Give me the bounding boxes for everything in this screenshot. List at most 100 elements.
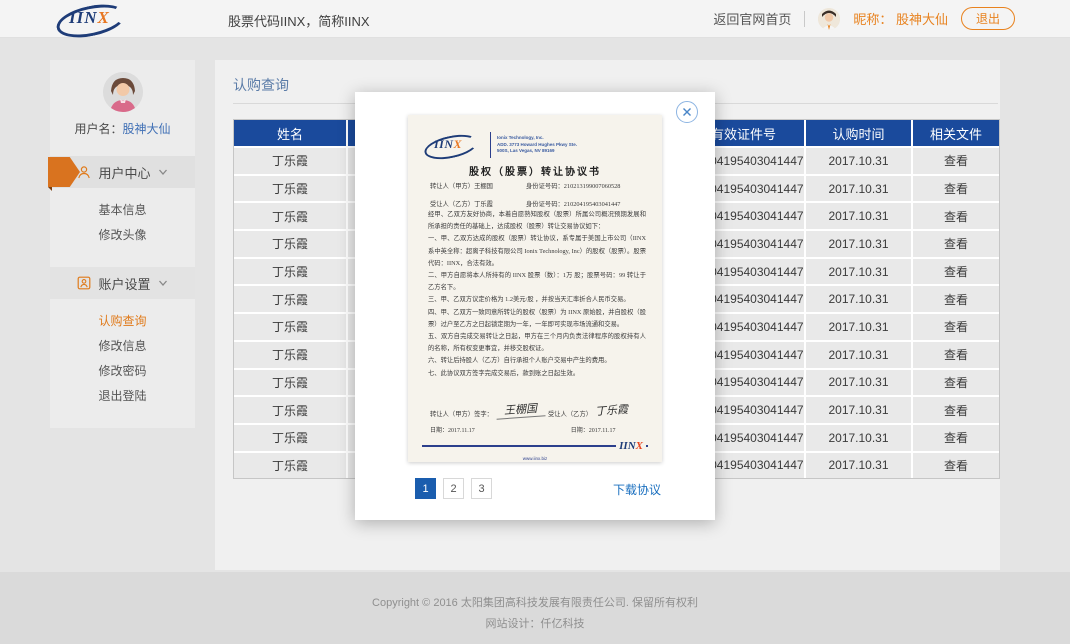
cell-name: 丁乐霞 [234, 259, 346, 285]
date-a: 日期：2017.11.17 [430, 425, 475, 434]
chevron-down-icon [158, 278, 168, 288]
cell-name: 丁乐霞 [234, 176, 346, 202]
page-title: 认购查询 [233, 75, 289, 95]
company-address: Ionix Technology, Inc. ADD. 3773 Howard … [497, 135, 577, 155]
document-title: 股权（股票）转让协议书 [408, 163, 662, 178]
document-logo: IINX [424, 133, 486, 157]
document-paragraph: 五、双方自完成交易转让之日起，甲方在三个月内负责法律程序的股权持有人的名称，所有… [428, 331, 646, 355]
download-agreement-link[interactable]: 下载协议 [613, 481, 661, 498]
document-footer: IINX www.iinx.biz [422, 445, 648, 465]
page-button[interactable]: 3 [471, 478, 492, 499]
logo-text: IINX [69, 8, 110, 28]
logout-button[interactable]: 退出 [961, 7, 1015, 30]
cell-name: 丁乐霞 [234, 231, 346, 257]
username-label: 用户名：股神大仙 [50, 120, 195, 137]
cell-subscribe-date: 2017.10.31 [804, 342, 911, 368]
cell-subscribe-date: 2017.10.31 [804, 453, 911, 479]
page-button[interactable]: 1 [415, 478, 436, 499]
page-button[interactable]: 2 [443, 478, 464, 499]
view-file-link[interactable]: 查看 [911, 286, 999, 312]
document-paragraph: 三、甲、乙双方议定价格为 1.2美元/股 ，并按当天汇率折合人民币交易。 [428, 294, 646, 306]
view-file-link[interactable]: 查看 [911, 203, 999, 229]
table-header-cell: 姓名 [234, 120, 346, 146]
cell-name: 丁乐霞 [234, 453, 346, 479]
sign-b-label: 受让人（乙方） [548, 409, 592, 418]
cell-name: 丁乐霞 [234, 286, 346, 312]
sign-a-signature: 王棚国 [495, 399, 545, 419]
page-footer: Copyright © 2016 太阳集团高科技发展有限责任公司. 保留所有权利… [0, 572, 1070, 644]
user-center-submenu: 基本信息修改头像 [50, 188, 195, 253]
sidebar-submenu-item[interactable]: 修改密码 [50, 358, 195, 383]
view-file-link[interactable]: 查看 [911, 397, 999, 423]
active-menu-ribbon [48, 157, 80, 187]
cell-name: 丁乐霞 [234, 203, 346, 229]
divider [804, 11, 805, 27]
cell-subscribe-date: 2017.10.31 [804, 176, 911, 202]
party-b: 受让人（乙方）丁乐霞 [430, 199, 526, 208]
site-design-text: 网站设计：仟亿科技 [0, 610, 1070, 631]
site-logo: IINX [56, 3, 132, 33]
close-icon[interactable] [676, 101, 698, 123]
topbar-right: 返回官网首页 昵称： 股神大仙 退出 [713, 0, 1015, 37]
document-paragraph: 二、甲方自愿将本人所持有的 IINX 股票（数）：1万 股；股票号码：99 转让… [428, 270, 646, 294]
menu-label: 用户中心 [98, 163, 150, 182]
document-signatures: 转让人（甲方）签字： 王棚国 受让人（乙方） 丁乐霞 [430, 401, 648, 418]
view-file-link[interactable]: 查看 [911, 148, 999, 174]
cell-name: 丁乐霞 [234, 342, 346, 368]
view-file-link[interactable]: 查看 [911, 231, 999, 257]
view-file-link[interactable]: 查看 [911, 259, 999, 285]
sign-b-signature: 丁乐霞 [595, 401, 629, 419]
cell-subscribe-date: 2017.10.31 [804, 370, 911, 396]
view-file-link[interactable]: 查看 [911, 176, 999, 202]
document-letterhead: IINX Ionix Technology, Inc. ADD. 3773 Ho… [424, 129, 648, 161]
party-a: 转让人（甲方）王棚国 [430, 181, 526, 190]
cell-subscribe-date: 2017.10.31 [804, 148, 911, 174]
cell-subscribe-date: 2017.10.31 [804, 314, 911, 340]
nickname-label: 昵称： 股神大仙 [853, 9, 948, 28]
cell-subscribe-date: 2017.10.31 [804, 259, 911, 285]
cell-subscribe-date: 2017.10.31 [804, 286, 911, 312]
account-settings-submenu: 认购查询修改信息修改密码退出登陆 [50, 299, 195, 414]
document-footer-logo: IINX [616, 440, 646, 452]
view-file-link[interactable]: 查看 [911, 342, 999, 368]
cell-subscribe-date: 2017.10.31 [804, 203, 911, 229]
agreement-document-image: IINX Ionix Technology, Inc. ADD. 3773 Ho… [408, 115, 662, 462]
view-file-link[interactable]: 查看 [911, 314, 999, 340]
document-paragraph: 六、转让后持股人（乙方）自行承担个人账户交易中产生的费用。 [428, 355, 646, 367]
sidebar-menu-account-settings[interactable]: 账户设置 [50, 267, 195, 299]
sign-a-label: 转让人（甲方）签字： [430, 409, 493, 418]
table-header-cell: 相关文件 [911, 120, 999, 146]
party-a-id: 身份证号码：210213199007060528 [526, 181, 620, 190]
document-paragraph: 四、甲、乙双方一致同意所转让的股权（股票）为 IINX 原始股，并自股权（股票）… [428, 307, 646, 331]
view-file-link[interactable]: 查看 [911, 425, 999, 451]
party-b-id: 身份证号码：210204195403041447 [526, 199, 620, 208]
document-paragraph: 经甲、乙双方友好协商，本着自愿熟知股权（股票）所属公司概况预期发展和所承担的责任… [428, 209, 646, 233]
avatar-icon [818, 8, 840, 30]
cell-subscribe-date: 2017.10.31 [804, 397, 911, 423]
cell-name: 丁乐霞 [234, 314, 346, 340]
back-to-home-link[interactable]: 返回官网首页 [713, 9, 791, 28]
sidebar-submenu-item[interactable]: 退出登陆 [50, 383, 195, 408]
sidebar-submenu-item[interactable]: 修改信息 [50, 333, 195, 358]
view-file-link[interactable]: 查看 [911, 370, 999, 396]
stock-code-label: 股票代码IINX，简称IINX [228, 11, 370, 30]
modal-pagination: 123 [415, 478, 492, 499]
cell-subscribe-date: 2017.10.31 [804, 231, 911, 257]
document-body: 经甲、乙双方友好协商，本着自愿熟知股权（股票）所属公司概况预期发展和所承担的责任… [428, 209, 646, 380]
female-avatar-icon [103, 72, 143, 112]
view-file-link[interactable]: 查看 [911, 453, 999, 479]
sidebar-submenu-item[interactable]: 认购查询 [50, 308, 195, 333]
cell-name: 丁乐霞 [234, 370, 346, 396]
sidebar-submenu-item[interactable]: 基本信息 [50, 197, 195, 222]
letterhead-divider [490, 132, 491, 158]
sidebar: 用户名：股神大仙 用户中心 基本信息修改头像 账户设置 认购查询修改信息修改密码… [50, 60, 195, 428]
document-dates: 日期：2017.11.17 日期：2017.11.17 [430, 425, 648, 434]
sidebar-submenu-item[interactable]: 修改头像 [50, 222, 195, 247]
top-bar: IINX 股票代码IINX，简称IINX 返回官网首页 昵称： 股神大仙 退出 [0, 0, 1070, 38]
cell-name: 丁乐霞 [234, 425, 346, 451]
sidebar-menu-user-center[interactable]: 用户中心 [50, 156, 195, 188]
cell-name: 丁乐霞 [234, 397, 346, 423]
cell-name: 丁乐霞 [234, 148, 346, 174]
cell-subscribe-date: 2017.10.31 [804, 425, 911, 451]
document-paragraph: 七、此协议双方签字完成交易后，款到账之日起生效。 [428, 368, 646, 380]
